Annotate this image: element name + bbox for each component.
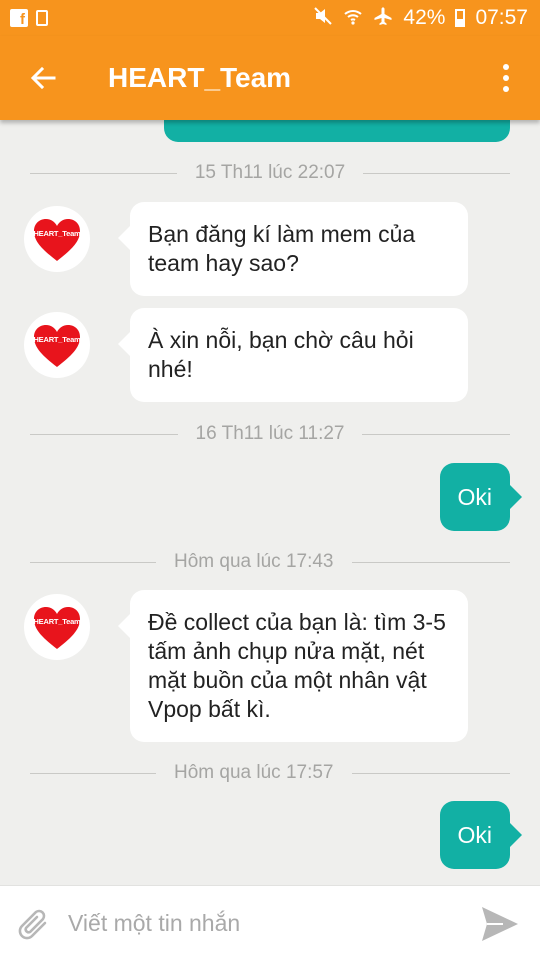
avatar[interactable]: HEART_Team: [24, 206, 90, 272]
message-input[interactable]: [66, 909, 476, 938]
dot-icon: [503, 75, 509, 81]
more-options-button[interactable]: [494, 55, 518, 101]
dot-icon: [503, 86, 509, 92]
dot-icon: [503, 64, 509, 70]
date-divider: Hôm qua lúc 17:43: [30, 550, 510, 574]
outgoing-message: Oki: [439, 463, 522, 531]
date-divider: Hôm qua lúc 17:57: [30, 761, 510, 785]
clock: 07:57: [475, 6, 528, 29]
date-divider: 16 Th11 lúc 11:27: [30, 422, 511, 446]
composer-bar: [0, 885, 540, 961]
attach-button[interactable]: [12, 902, 56, 946]
heart-icon: [34, 219, 80, 261]
date-divider: 15 Th11 lúc 22:07: [30, 161, 511, 185]
send-button[interactable]: [476, 900, 524, 948]
message-bubble: À xin nỗi, bạn chờ câu hỏi nhé!: [118, 308, 468, 402]
avatar-label: HEART_Team: [33, 335, 81, 344]
avatar[interactable]: HEART_Team: [24, 312, 90, 378]
message-list[interactable]: 15 Th11 lúc 22:07 HEART_Team Bạn đăng kí…: [0, 120, 540, 885]
incoming-message: HEART_Team À xin nỗi, bạn chờ câu hỏi nh…: [24, 308, 468, 402]
heart-icon: [34, 607, 80, 649]
airplane-mode-icon: [373, 6, 393, 31]
battery-icon: [455, 9, 466, 27]
heart-icon: [34, 325, 80, 367]
avatar-label: HEART_Team: [33, 229, 81, 238]
back-button[interactable]: [20, 55, 66, 101]
outgoing-message: Oki: [439, 801, 522, 869]
mute-icon: [313, 6, 333, 31]
paperclip-icon: [18, 909, 47, 939]
app-bar: HEART_Team: [0, 36, 540, 120]
message-bubble: Bạn đăng kí làm mem của team hay sao?: [118, 202, 468, 296]
arrow-left-icon: [30, 66, 56, 90]
message-bubble: Oki: [439, 463, 522, 531]
previous-outgoing-bubble: [164, 120, 510, 142]
facebook-notification-icon: f: [10, 9, 28, 27]
wifi-icon: [343, 6, 363, 31]
conversation-title: HEART_Team: [108, 62, 292, 93]
avatar[interactable]: HEART_Team: [24, 594, 90, 660]
message-bubble: Oki: [439, 801, 522, 869]
status-bar: f 42% 07:57: [0, 0, 540, 36]
incoming-message: HEART_Team Đề collect của bạn là: tìm 3-…: [24, 590, 468, 742]
send-icon: [482, 906, 518, 941]
incoming-message: HEART_Team Bạn đăng kí làm mem của team …: [24, 202, 468, 296]
message-bubble: Đề collect của bạn là: tìm 3-5 tấm ảnh c…: [118, 590, 468, 742]
avatar-label: HEART_Team: [33, 617, 81, 626]
notification-icon: [36, 10, 48, 26]
battery-percent: 42%: [403, 6, 446, 29]
